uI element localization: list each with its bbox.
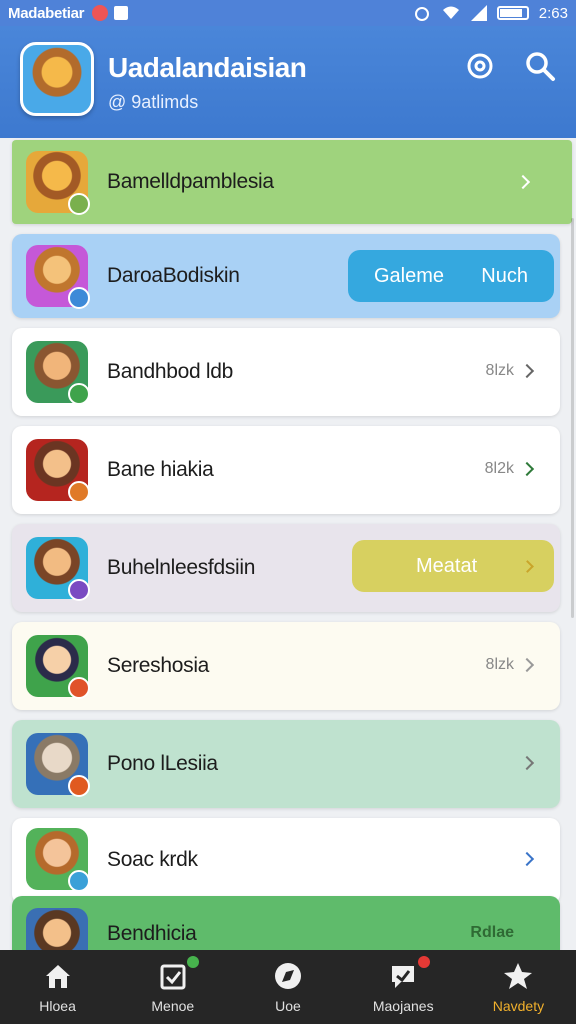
badge-icon	[68, 481, 90, 503]
button-label: Galeme	[374, 264, 445, 287]
status-icons: 2:63	[413, 5, 568, 22]
app-header: Uadalandaisian @ 9atlimds	[0, 26, 576, 138]
list-item[interactable]: Buhelnleesfdsiin Meatat	[12, 524, 560, 612]
game-thumbnail	[26, 635, 90, 699]
badge-icon	[68, 870, 90, 892]
carrier-name: Madabetiar	[8, 4, 85, 22]
nav-label: Menoe	[151, 998, 195, 1014]
item-label: Bamelldpamblesia	[107, 170, 274, 193]
notification-icon	[114, 6, 129, 20]
item-label: Pono lLesiia	[107, 752, 218, 775]
item-meta: 8lzk	[485, 362, 514, 379]
item-label: Bane hiakia	[107, 458, 214, 481]
button-label: Meatat	[416, 554, 478, 577]
star-icon	[504, 963, 533, 989]
badge-icon	[68, 193, 90, 215]
game-thumbnail	[26, 245, 90, 309]
game-list[interactable]: Bamelldpamblesia DaroaBodiskin Galeme Nu…	[0, 138, 576, 950]
nav-item-uoe[interactable]: Uoe	[230, 950, 345, 1024]
list-item[interactable]: Bane hiakia 8l2k	[12, 426, 560, 514]
action-button[interactable]: Galeme Nuch	[348, 250, 554, 302]
item-meta: 8l2k	[484, 460, 514, 477]
item-label: Sereshosia	[107, 654, 210, 677]
badge-icon	[68, 287, 90, 309]
compass-icon	[275, 963, 301, 989]
badge-icon	[68, 775, 90, 797]
battery-icon	[496, 6, 529, 20]
status-bar: Madabetiar 2:63	[0, 0, 576, 26]
notification-icon	[92, 5, 109, 21]
app-subtitle: @ 9atlimds	[108, 92, 199, 112]
item-label: Soac krdk	[107, 848, 198, 871]
chevron-right-icon	[519, 657, 535, 673]
profile-icon[interactable]	[464, 50, 496, 82]
nav-item-maojanes[interactable]: Maojanes	[346, 950, 461, 1024]
signal-icon	[470, 5, 487, 21]
bottom-nav: Hloea Menoe Uoe Maojanes Navdety	[0, 950, 576, 1024]
item-label: DaroaBodiskin	[107, 264, 240, 287]
badge-icon	[68, 677, 90, 699]
nav-label: Navdety	[492, 998, 545, 1014]
list-item[interactable]: Bandhbod ldb 8lzk	[12, 328, 560, 416]
game-thumbnail	[26, 537, 90, 601]
list-item[interactable]: Soac krdk	[12, 818, 560, 904]
game-thumbnail	[26, 341, 90, 405]
list-item[interactable]: DaroaBodiskin Galeme Nuch	[12, 234, 560, 318]
nav-label: Uoe	[275, 998, 301, 1014]
game-thumbnail	[26, 828, 90, 892]
item-meta: 8lzk	[485, 656, 514, 673]
list-item[interactable]: Pono lLesiia	[12, 720, 560, 808]
nav-item-navdety[interactable]: Navdety	[461, 950, 576, 1024]
badge-icon	[68, 579, 90, 601]
item-label: Buhelnleesfdsiin	[107, 556, 256, 579]
item-label: Bendhicia	[107, 922, 197, 945]
notification-dot	[187, 956, 200, 968]
clock: 2:63	[538, 4, 568, 22]
chevron-right-icon	[515, 174, 531, 190]
badge-icon	[68, 383, 90, 405]
nav-label: Maojanes	[372, 998, 434, 1014]
action-button[interactable]: Meatat	[352, 540, 554, 592]
chevron-right-icon	[521, 559, 534, 573]
chevron-right-icon	[519, 363, 535, 379]
list-item[interactable]: Bamelldpamblesia	[12, 140, 572, 224]
nav-item-menoe[interactable]: Menoe	[115, 950, 230, 1024]
app-title: Uadalandaisian	[108, 52, 307, 83]
game-thumbnail	[26, 439, 90, 503]
chevron-right-icon	[519, 461, 535, 477]
scrollbar[interactable]	[571, 218, 574, 618]
chevron-right-icon	[519, 851, 535, 867]
app-logo	[20, 42, 94, 116]
item-label: Bandhbod ldb	[107, 360, 234, 383]
alarm-icon	[414, 7, 429, 21]
item-meta: Rdlae	[470, 924, 514, 941]
button-label: Nuch	[481, 264, 528, 287]
list-item[interactable]: Bendhicia Rdlae	[12, 896, 560, 950]
wifi-icon	[442, 6, 459, 19]
inbox-icon	[160, 964, 186, 990]
game-thumbnail	[26, 733, 90, 797]
home-icon	[45, 965, 70, 988]
nav-item-home[interactable]: Hloea	[0, 950, 115, 1024]
search-icon[interactable]	[524, 50, 556, 82]
game-thumbnail	[26, 908, 88, 950]
notification-dot	[417, 956, 430, 968]
message-icon	[392, 966, 415, 988]
game-thumbnail	[26, 151, 90, 215]
list-item[interactable]: Sereshosia 8lzk	[12, 622, 560, 710]
chevron-right-icon	[519, 755, 535, 771]
nav-label: Hloea	[39, 998, 76, 1014]
